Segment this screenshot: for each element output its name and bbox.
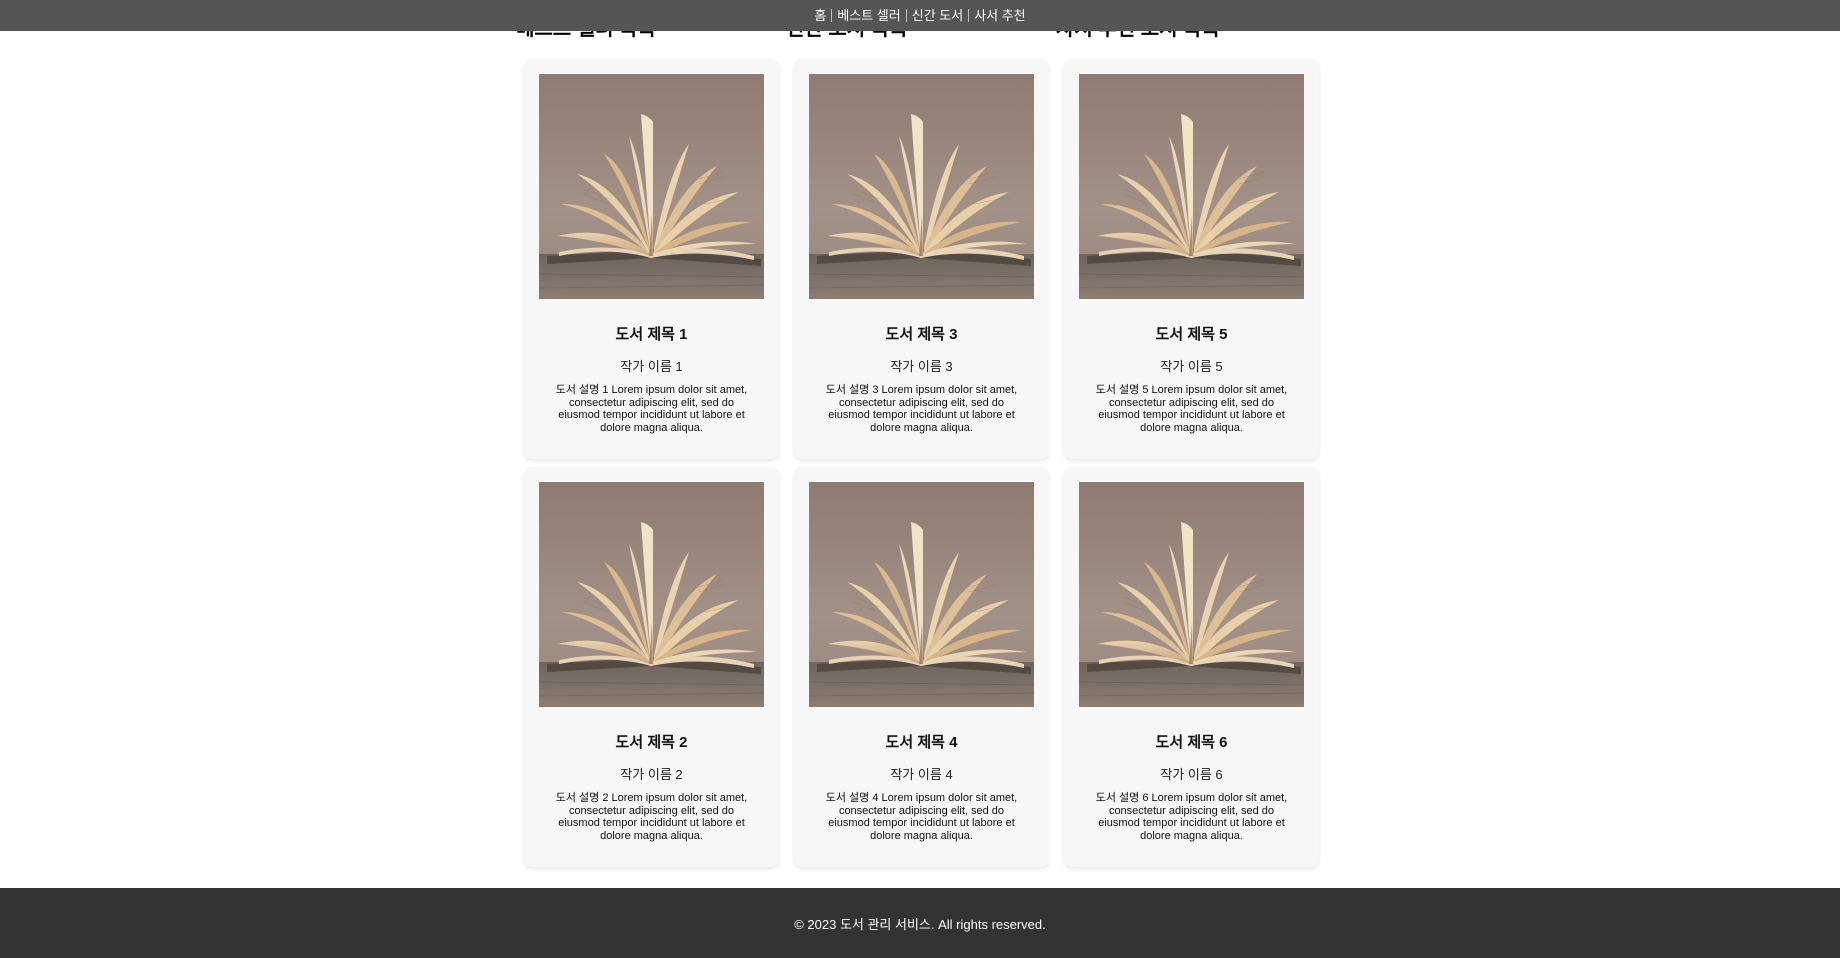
book-title: 도서 제목 6 — [1155, 734, 1228, 751]
book-author: 작가 이름 4 — [890, 767, 953, 782]
book-description: 도서 설명 5 Lorem ipsum dolor sit amet, cons… — [1095, 384, 1288, 434]
book-card[interactable]: 도서 제목 4 작가 이름 4 도서 설명 4 Lorem ipsum dolo… — [794, 467, 1049, 867]
footer-copyright: © 2023 도서 관리 서비스. All rights reserved. — [794, 916, 1046, 932]
book-card[interactable]: 도서 제목 6 작가 이름 6 도서 설명 6 Lorem ipsum dolo… — [1064, 467, 1319, 867]
book-cover-image — [1079, 74, 1304, 299]
book-title: 도서 제목 5 — [1155, 326, 1228, 343]
page-footer: © 2023 도서 관리 서비스. All rights reserved. — [0, 888, 1840, 958]
book-description: 도서 설명 2 Lorem ipsum dolor sit amet, cons… — [555, 792, 748, 842]
book-cover-image — [539, 74, 764, 299]
nav-link-librarian-picks[interactable]: 사서 추천 — [969, 0, 1030, 31]
book-description: 도서 설명 4 Lorem ipsum dolor sit amet, cons… — [825, 792, 1018, 842]
book-author: 작가 이름 5 — [1160, 359, 1223, 374]
nav-link-bestseller[interactable]: 베스트 셀러 — [832, 0, 905, 31]
book-title: 도서 제목 3 — [885, 326, 958, 343]
book-title: 도서 제목 1 — [615, 326, 688, 343]
book-cover-image — [1079, 482, 1304, 707]
book-author: 작가 이름 6 — [1160, 767, 1223, 782]
book-cover-image — [539, 482, 764, 707]
book-description: 도서 설명 1 Lorem ipsum dolor sit amet, cons… — [555, 384, 748, 434]
book-title: 도서 제목 2 — [615, 734, 688, 751]
nav-link-home[interactable]: 홈 — [809, 0, 831, 31]
book-description: 도서 설명 3 Lorem ipsum dolor sit amet, cons… — [825, 384, 1018, 434]
book-card[interactable]: 도서 제목 3 작가 이름 3 도서 설명 3 Lorem ipsum dolo… — [794, 59, 1049, 459]
nav-links: 홈 베스트 셀러 신간 도서 사서 추천 — [809, 0, 1030, 31]
book-description: 도서 설명 6 Lorem ipsum dolor sit amet, cons… — [1095, 792, 1288, 842]
book-author: 작가 이름 3 — [890, 359, 953, 374]
book-author: 작가 이름 1 — [620, 359, 683, 374]
book-author: 작가 이름 2 — [620, 767, 683, 782]
top-nav: 홈 베스트 셀러 신간 도서 사서 추천 — [0, 0, 1840, 31]
book-card[interactable]: 도서 제목 1 작가 이름 1 도서 설명 1 Lorem ipsum dolo… — [524, 59, 779, 459]
nav-link-new-books[interactable]: 신간 도서 — [907, 0, 968, 31]
book-card[interactable]: 도서 제목 2 작가 이름 2 도서 설명 2 Lorem ipsum dolo… — [524, 467, 779, 867]
book-cover-image — [809, 482, 1034, 707]
book-cover-image — [809, 74, 1034, 299]
book-title: 도서 제목 4 — [885, 734, 958, 751]
book-card[interactable]: 도서 제목 5 작가 이름 5 도서 설명 5 Lorem ipsum dolo… — [1064, 59, 1319, 459]
